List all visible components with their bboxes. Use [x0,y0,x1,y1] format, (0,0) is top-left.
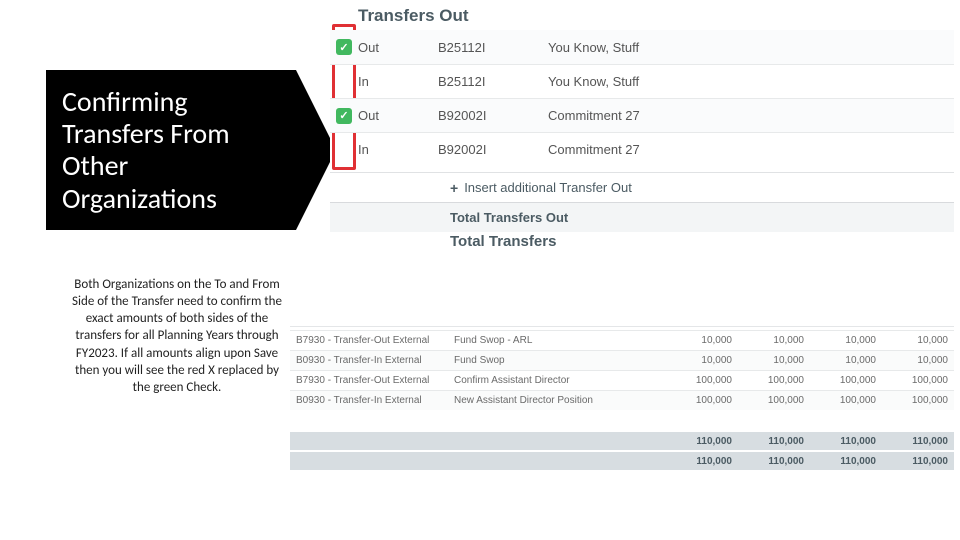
desc-cell: Commitment 27 [548,108,954,123]
table-row: B7930 - Transfer-Out External Fund Swop … [290,330,954,350]
desc-cell: Confirm Assistant Director [448,375,666,386]
totals-row: 110,000 110,000 110,000 110,000 [290,432,954,450]
table-row: ✓ Out B25112I You Know, Stuff [330,30,954,64]
total-transfers-row: Total Transfers [330,232,954,250]
insert-transfer-out-link[interactable]: + Insert additional Transfer Out [330,172,954,202]
check-icon: ✓ [336,108,352,124]
value-cell: 10,000 [810,335,882,346]
table-row: ✓ Out B92002I Commitment 27 [330,98,954,132]
direction-cell: In [358,142,438,157]
desc-cell: Fund Swop - ARL [448,335,666,346]
type-cell: B0930 - Transfer-In External [290,355,448,366]
table-row: B0930 - Transfer-In External New Assista… [290,390,954,410]
status-cell: ✓ [330,108,358,124]
status-cell: ✓ [330,39,358,55]
type-cell: B7930 - Transfer-Out External [290,375,448,386]
value-cell: 10,000 [882,335,954,346]
check-icon: ✓ [336,39,352,55]
lower-data-panel: B7930 - Transfer-Out External Fund Swop … [290,330,954,410]
direction-cell: Out [358,108,438,123]
value-cell: 10,000 [738,355,810,366]
total-cell: 110,000 [666,436,738,447]
value-cell: 100,000 [882,375,954,386]
title-callout: Confirming Transfers From Other Organiza… [46,70,328,230]
value-cell: 10,000 [882,355,954,366]
value-cell: 100,000 [666,395,738,406]
slide-body-text: Both Organizations on the To and From Si… [72,276,282,396]
total-cell: 110,000 [810,456,882,467]
total-cell: 110,000 [738,436,810,447]
transfers-out-panel: Transfers Out ✓ Out B25112I You Know, St… [330,0,954,248]
value-cell: 100,000 [738,395,810,406]
direction-cell: Out [358,40,438,55]
type-cell: B7930 - Transfer-Out External [290,335,448,346]
table-row: In B25112I You Know, Stuff [330,64,954,98]
value-cell: 10,000 [666,335,738,346]
total-cell: 110,000 [738,456,810,467]
value-cell: 10,000 [666,355,738,366]
code-cell: B25112I [438,40,548,55]
value-cell: 100,000 [666,375,738,386]
table-row: In B92002I Commitment 27 [330,132,954,166]
table-row: B0930 - Transfer-In External Fund Swop 1… [290,350,954,370]
code-cell: B92002I [438,142,548,157]
table-row: B7930 - Transfer-Out External Confirm As… [290,370,954,390]
totals-row: 110,000 110,000 110,000 110,000 [290,452,954,470]
desc-cell: You Know, Stuff [548,74,954,89]
transfers-out-header: Transfers Out [330,2,954,32]
total-transfers-out-row: Total Transfers Out [330,202,954,232]
desc-cell: You Know, Stuff [548,40,954,55]
desc-cell: Fund Swop [448,355,666,366]
total-cell: 110,000 [882,456,954,467]
type-cell: B0930 - Transfer-In External [290,395,448,406]
plus-icon: + [450,180,458,196]
total-transfers-label: Total Transfers [450,233,556,250]
slide-title: Confirming Transfers From Other Organiza… [62,86,282,215]
value-cell: 100,000 [882,395,954,406]
transfers-out-rows: ✓ Out B25112I You Know, Stuff In B25112I… [330,30,954,166]
direction-cell: In [358,74,438,89]
value-cell: 10,000 [738,335,810,346]
value-cell: 100,000 [810,395,882,406]
value-cell: 100,000 [810,375,882,386]
total-transfers-out-label: Total Transfers Out [450,210,568,225]
value-cell: 100,000 [738,375,810,386]
divider [290,326,954,327]
desc-cell: New Assistant Director Position [448,395,666,406]
insert-transfer-out-label: Insert additional Transfer Out [464,180,632,195]
code-cell: B25112I [438,74,548,89]
desc-cell: Commitment 27 [548,142,954,157]
total-cell: 110,000 [666,456,738,467]
code-cell: B92002I [438,108,548,123]
total-cell: 110,000 [810,436,882,447]
total-cell: 110,000 [882,436,954,447]
value-cell: 10,000 [810,355,882,366]
